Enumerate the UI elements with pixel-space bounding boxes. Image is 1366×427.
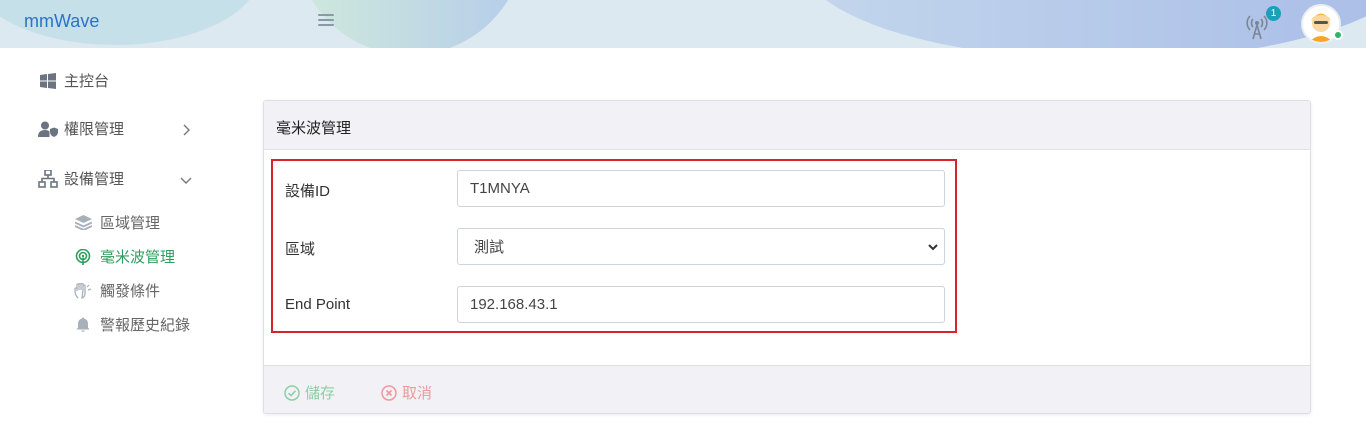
sidebar: 主控台 權限管理 設備管理 區域管理 毫米波管理 觸發條件 警報歷史紀錄 bbox=[0, 48, 234, 427]
radar-icon bbox=[74, 248, 92, 266]
card-title: 毫米波管理 bbox=[276, 120, 352, 137]
notification-badge: 1 bbox=[1266, 6, 1281, 21]
sidebar-item-devices[interactable]: 設備管理 bbox=[38, 168, 124, 189]
hand-icon bbox=[74, 282, 92, 300]
sidebar-subitem-mmwave[interactable]: 毫米波管理 bbox=[74, 246, 175, 267]
area-select[interactable]: 測試 bbox=[457, 228, 945, 265]
endpoint-label: End Point bbox=[285, 296, 351, 313]
chevron-down-icon[interactable] bbox=[178, 172, 194, 188]
save-button-label: 儲存 bbox=[305, 385, 336, 402]
sidebar-item-label: 權限管理 bbox=[64, 121, 125, 138]
cancel-button[interactable]: 取消 bbox=[381, 382, 432, 403]
user-shield-icon bbox=[38, 120, 58, 138]
device-id-input[interactable]: T1MNYA bbox=[457, 170, 945, 207]
chevron-down-icon bbox=[928, 244, 938, 251]
card-footer: 儲存 取消 bbox=[264, 365, 1310, 413]
layers-icon bbox=[74, 214, 92, 232]
online-status-indicator bbox=[1333, 30, 1343, 40]
device-id-label: 設備ID bbox=[285, 183, 331, 200]
card-header: 毫米波管理 bbox=[264, 101, 1310, 150]
sidebar-subitem-label: 警報歷史紀錄 bbox=[100, 317, 191, 334]
check-circle-icon bbox=[284, 384, 300, 401]
area-label: 區域 bbox=[285, 241, 316, 258]
sidebar-subitem-areas[interactable]: 區域管理 bbox=[74, 212, 160, 233]
cancel-button-label: 取消 bbox=[402, 385, 433, 402]
sidebar-subitem-label: 區域管理 bbox=[100, 215, 161, 232]
endpoint-input[interactable]: 192.168.43.1 bbox=[457, 286, 945, 323]
sidebar-subitem-alarm-history[interactable]: 警報歷史紀錄 bbox=[74, 314, 190, 335]
sidebar-subitem-label: 觸發條件 bbox=[100, 283, 161, 300]
hamburger-menu-icon[interactable] bbox=[318, 14, 334, 28]
endpoint-value: 192.168.43.1 bbox=[470, 296, 558, 313]
windows-icon bbox=[38, 72, 58, 90]
brand-logo[interactable]: mmWave bbox=[24, 11, 99, 32]
sidebar-item-label: 主控台 bbox=[64, 73, 110, 90]
x-circle-icon bbox=[381, 384, 397, 401]
sidebar-subitem-label: 毫米波管理 bbox=[100, 249, 176, 266]
notifications-button[interactable]: 1 bbox=[1244, 6, 1281, 40]
header-decoration bbox=[800, 0, 1366, 48]
sidebar-item-label: 設備管理 bbox=[64, 171, 125, 188]
bell-icon bbox=[74, 316, 92, 334]
device-id-value: T1MNYA bbox=[470, 180, 530, 197]
sidebar-subitem-triggers[interactable]: 觸發條件 bbox=[74, 280, 160, 301]
top-header: mmWave 1 bbox=[0, 0, 1366, 48]
sidebar-item-dashboard[interactable]: 主控台 bbox=[38, 70, 109, 91]
area-select-value: 測試 bbox=[474, 239, 505, 256]
network-icon bbox=[38, 169, 58, 188]
chevron-right-icon[interactable] bbox=[178, 122, 194, 138]
save-button[interactable]: 儲存 bbox=[284, 382, 335, 403]
sidebar-item-permissions[interactable]: 權限管理 bbox=[38, 118, 124, 139]
